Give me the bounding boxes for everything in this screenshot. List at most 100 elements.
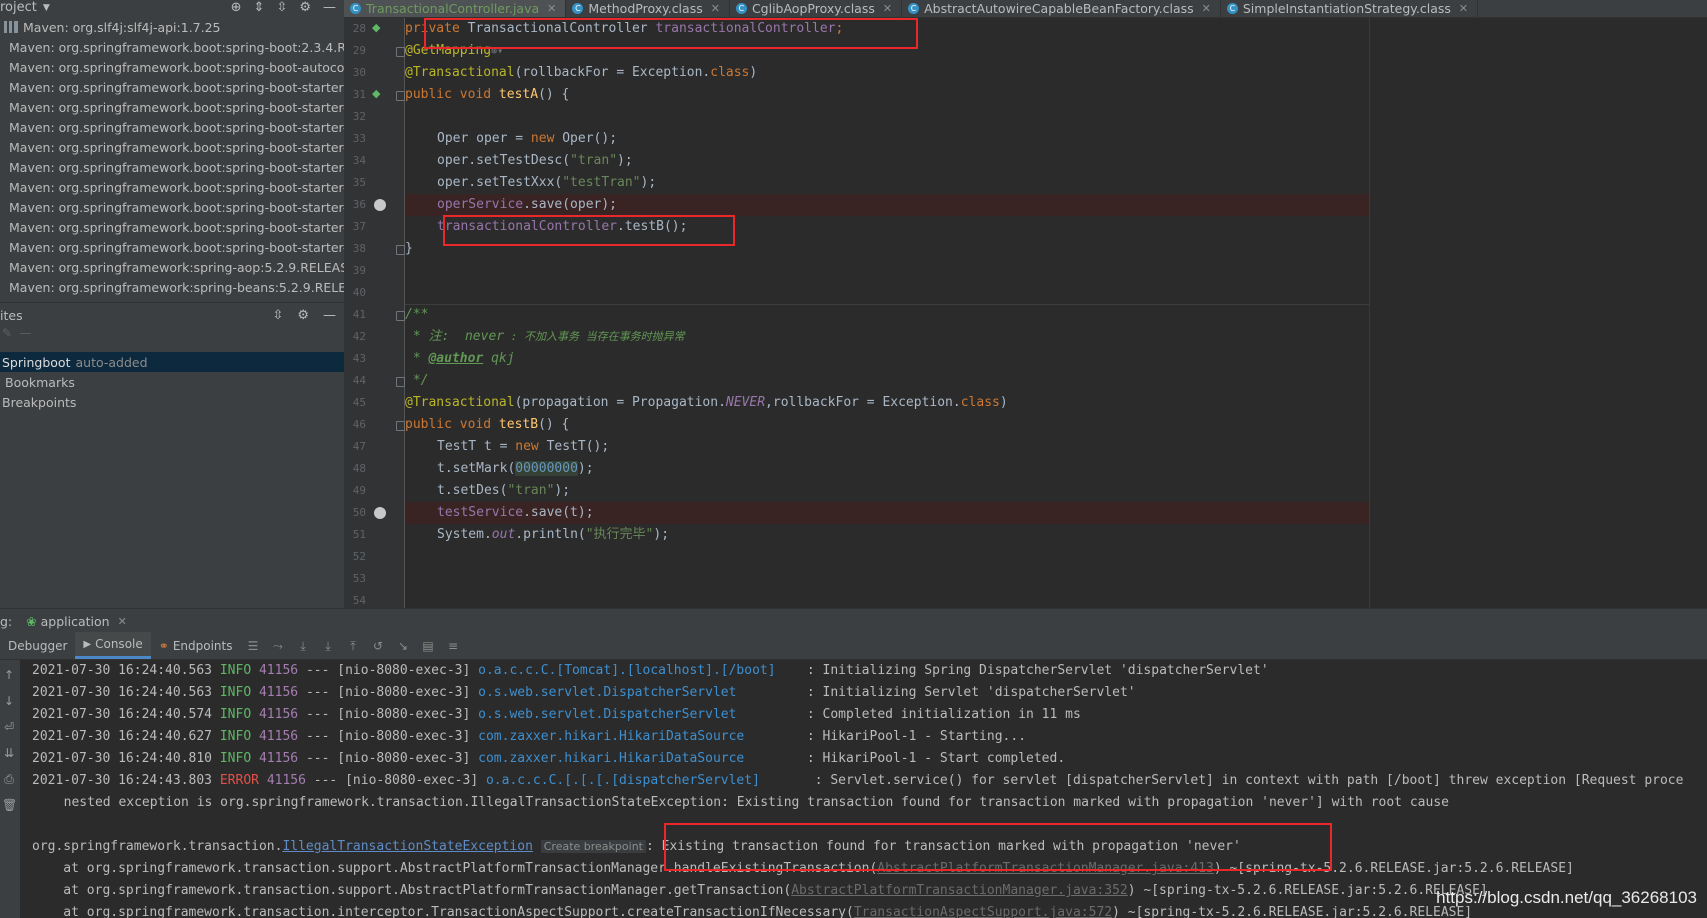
line-number: 31 xyxy=(352,88,366,101)
code-line-42: * 注: never : 不加入事务 当存在事务时抛异常 xyxy=(405,329,685,344)
down-arrow-icon[interactable]: ↓ xyxy=(2,694,16,708)
library-item[interactable]: Maven: org.slf4j:slf4j-api:1.7.25 xyxy=(0,17,344,37)
log-line: 2021-07-30 16:24:40.627 INFO 41156 --- [… xyxy=(32,729,1027,744)
library-item[interactable]: Maven: org.springframework.boot:spring-b… xyxy=(0,117,344,137)
fold-icon[interactable] xyxy=(396,377,405,387)
favorite-breakpoints[interactable]: Breakpoints xyxy=(0,392,346,412)
tab-label: TransactionalController.java xyxy=(366,1,540,16)
breakpoint-icon[interactable] xyxy=(374,199,386,211)
console-side-toolbar: ↑ ↓ ⏎ ⇊ ⎙ 🗑 xyxy=(0,660,20,918)
fold-icon[interactable] xyxy=(396,245,405,255)
breakpoint-icon[interactable] xyxy=(374,507,386,519)
tab-debugger[interactable]: Debugger xyxy=(0,632,75,659)
line-number: 33 xyxy=(352,132,366,145)
library-item[interactable]: Maven: org.springframework.boot:spring-b… xyxy=(0,177,344,197)
code-line-43: * @author qkj xyxy=(405,351,515,366)
console-output[interactable]: 2021-07-30 16:24:40.563 INFO 41156 --- [… xyxy=(20,660,1707,918)
gear-icon[interactable]: ⚙ xyxy=(299,0,311,15)
favorite-springboot[interactable]: Springboot auto-added xyxy=(0,352,346,372)
spring-bean-icon[interactable]: ◆ xyxy=(372,21,386,35)
step-out-icon[interactable]: ⤒ xyxy=(346,639,359,653)
code-editor[interactable]: private TransactionalController transact… xyxy=(405,18,1369,608)
tab-3[interactable]: C AbstractAutowireCapableBeanFactory.clas… xyxy=(902,0,1221,17)
library-item[interactable]: Maven: org.springframework.boot:spring-b… xyxy=(0,77,344,97)
source-link[interactable]: AbstractPlatformTransactionManager.java:… xyxy=(791,883,1128,898)
tab-0[interactable]: C TransactionalController.java ✕ xyxy=(344,0,567,17)
nested-exception-line: nested exception is org.springframework.… xyxy=(48,795,1449,810)
tab-label: MethodProxy.class xyxy=(588,1,703,16)
line-number: 45 xyxy=(352,396,366,409)
library-item[interactable]: Maven: org.springframework.boot:spring-b… xyxy=(0,37,344,57)
run-tab-application[interactable]: ❀ application ✕ xyxy=(26,614,127,629)
library-label: Maven: org.springframework.boot:spring-b… xyxy=(9,219,344,235)
library-label: Maven: org.springframework:spring-aop:5.… xyxy=(9,259,344,275)
minimize-icon[interactable]: — xyxy=(323,308,336,323)
source-link[interactable]: TransactionAspectSupport.java:572 xyxy=(854,905,1112,918)
line-number: 44 xyxy=(352,374,366,387)
class-file-icon: C xyxy=(735,3,747,14)
fold-icon[interactable] xyxy=(396,421,405,431)
library-item[interactable]: Maven: org.springframework.boot:spring-b… xyxy=(0,157,344,177)
library-item[interactable]: Maven: org.springframework:spring-beans:… xyxy=(0,277,344,297)
project-title[interactable]: roject xyxy=(0,0,37,15)
minimize-icon[interactable]: — xyxy=(323,0,336,15)
run-to-cursor-icon[interactable]: ↘ xyxy=(396,639,409,653)
spring-bean-icon[interactable]: ◆ xyxy=(372,87,386,101)
up-arrow-icon[interactable]: ↑ xyxy=(2,668,16,682)
menu-icon[interactable]: ☰ xyxy=(246,639,259,653)
library-icon xyxy=(4,21,18,33)
library-item[interactable]: Maven: org.springframework.boot:spring-b… xyxy=(0,237,344,257)
favorite-bookmarks[interactable]: Bookmarks xyxy=(0,372,346,392)
line-number: 35 xyxy=(352,176,366,189)
trace-icon[interactable]: ≡ xyxy=(446,639,459,653)
collapse-all-icon[interactable]: ⇳ xyxy=(272,308,283,323)
library-item[interactable]: Maven: org.springframework.boot:spring-b… xyxy=(0,197,344,217)
library-label: Maven: org.springframework.boot:spring-b… xyxy=(9,119,344,135)
tab-console[interactable]: ▶ Console xyxy=(75,632,151,659)
show-execution-point-icon[interactable]: ⤳ xyxy=(271,639,284,653)
dropdown-arrow-icon[interactable]: ▼ xyxy=(43,3,50,13)
close-icon[interactable]: ✕ xyxy=(1459,2,1468,15)
log-line: 2021-07-30 16:24:40.563 INFO 41156 --- [… xyxy=(32,663,1269,678)
line-number: 41 xyxy=(352,308,366,321)
library-item[interactable]: Maven: org.springframework.boot:spring-b… xyxy=(0,137,344,157)
endpoints-icon: ⚭ xyxy=(158,638,169,653)
tab-2[interactable]: C CglibAopProxy.class ✕ xyxy=(730,0,903,17)
tab-label: Console xyxy=(95,637,143,651)
fold-icon[interactable] xyxy=(396,47,405,57)
trash-icon[interactable]: 🗑 xyxy=(2,798,17,812)
tab-endpoints[interactable]: ⚭ Endpoints xyxy=(151,632,241,659)
step-into-icon[interactable]: ⤓ xyxy=(321,639,334,653)
fold-icon[interactable] xyxy=(396,311,405,321)
library-item[interactable]: Maven: org.springframework:spring-aop:5.… xyxy=(0,257,344,277)
step-over-icon[interactable]: ⤓ xyxy=(296,639,309,653)
fold-icon[interactable] xyxy=(396,91,405,101)
stack-trace-line: at org.springframework.transaction.suppo… xyxy=(32,883,1488,898)
code-line-33: Oper oper = new Oper(); xyxy=(437,131,618,146)
collapse-all-icon[interactable]: ⇳ xyxy=(276,0,287,15)
library-item[interactable]: Maven: org.springframework.boot:spring-b… xyxy=(0,217,344,237)
library-item[interactable]: Maven: org.springframework.boot:spring-b… xyxy=(0,57,344,77)
library-label: Maven: org.springframework:spring-beans:… xyxy=(9,279,344,295)
close-icon[interactable]: ✕ xyxy=(711,2,720,15)
locate-icon[interactable]: ⊕ xyxy=(231,0,242,15)
close-icon[interactable]: ✕ xyxy=(118,615,127,628)
evaluate-icon[interactable]: ▤ xyxy=(421,639,434,653)
library-label: Maven: org.springframework.boot:spring-b… xyxy=(9,199,344,215)
close-icon[interactable]: ✕ xyxy=(547,2,556,15)
tab-4[interactable]: C SimpleInstantiationStrategy.class ✕ xyxy=(1221,0,1479,17)
drop-frame-icon[interactable]: ↺ xyxy=(371,639,384,653)
tab-label: SimpleInstantiationStrategy.class xyxy=(1242,1,1451,16)
library-item[interactable]: Maven: org.springframework.boot:spring-b… xyxy=(0,97,344,117)
expand-all-icon[interactable]: ⇕ xyxy=(254,0,265,15)
create-breakpoint-button[interactable]: Create breakpoint xyxy=(540,840,646,853)
gear-icon[interactable]: ⚙ xyxy=(297,308,309,323)
close-icon[interactable]: ✕ xyxy=(883,2,892,15)
line-number: 50 xyxy=(352,506,366,519)
print-icon[interactable]: ⎙ xyxy=(2,772,16,786)
soft-wrap-icon[interactable]: ⏎ xyxy=(2,720,16,734)
scroll-to-end-icon[interactable]: ⇊ xyxy=(2,746,16,760)
close-icon[interactable]: ✕ xyxy=(1202,2,1211,15)
tab-1[interactable]: C MethodProxy.class ✕ xyxy=(566,0,730,17)
editor-gutter: 28 29 30 31 32 33 34 35 36 37 38 39 40 41 42 43 44 45 46 47… xyxy=(344,18,405,608)
